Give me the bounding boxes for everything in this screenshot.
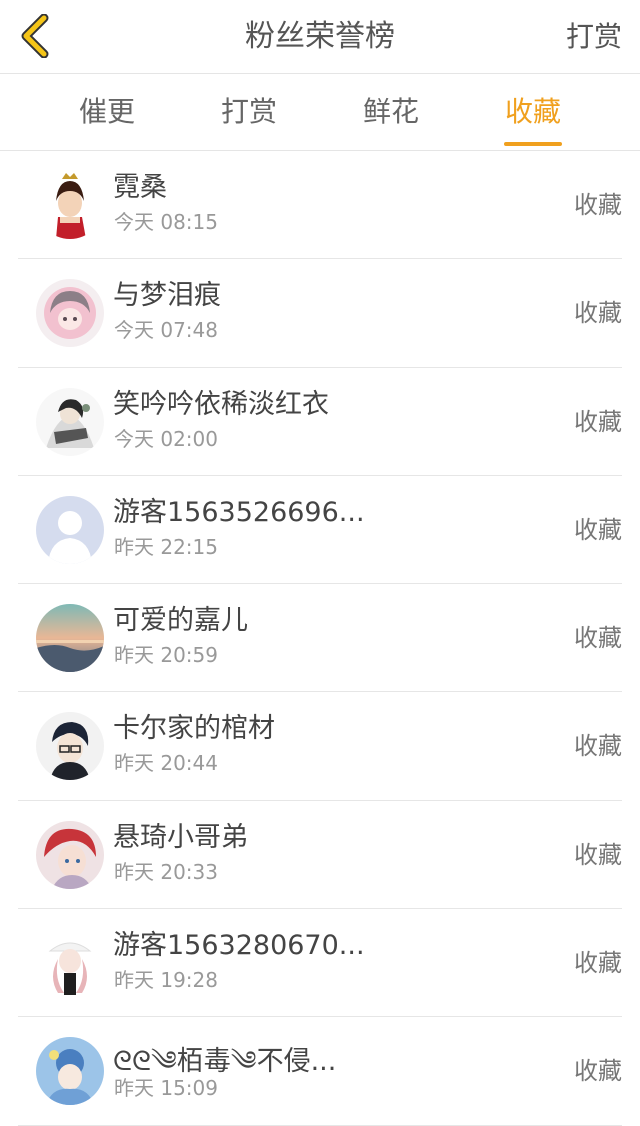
user-name: 游客1563280670... bbox=[113, 930, 365, 962]
favorite-label: 收藏 bbox=[574, 949, 622, 978]
tab-urge[interactable]: 催更 bbox=[78, 74, 136, 150]
user-name: 可爱的嘉儿 bbox=[113, 605, 248, 637]
favorite-label: 收藏 bbox=[574, 191, 622, 219]
avatar bbox=[36, 604, 104, 673]
favorite-label: 收藏 bbox=[574, 840, 622, 869]
favorite-label: 收藏 bbox=[574, 407, 622, 436]
list-item[interactable]: 游客1563280670... 昨天 19:28 收藏 bbox=[18, 909, 622, 1018]
avatar bbox=[36, 387, 104, 456]
page-title: 粉丝荣誉榜 bbox=[245, 19, 395, 54]
avatar bbox=[36, 495, 104, 564]
user-name: 霓桑 bbox=[113, 172, 167, 203]
avatar bbox=[36, 279, 104, 348]
avatar bbox=[36, 929, 104, 998]
tab-flowers[interactable]: 鲜花 bbox=[362, 74, 420, 150]
timestamp: 今天 08:15 bbox=[114, 210, 218, 234]
avatar bbox=[36, 712, 104, 781]
timestamp: 今天 07:48 bbox=[114, 318, 218, 343]
list-item[interactable]: 与梦泪痕 今天 07:48 收藏 bbox=[18, 259, 622, 368]
favorite-label: 收藏 bbox=[574, 732, 622, 761]
list-item[interactable]: 游客1563526696... 昨天 22:15 收藏 bbox=[18, 476, 622, 585]
avatar bbox=[36, 820, 104, 889]
avatar bbox=[36, 171, 104, 239]
timestamp: 昨天 15:09 bbox=[114, 1076, 218, 1101]
user-name: 与梦泪痕 bbox=[113, 280, 221, 312]
favorite-label: 收藏 bbox=[574, 624, 622, 653]
timestamp: 今天 02:00 bbox=[114, 426, 218, 451]
active-tab-indicator bbox=[504, 142, 562, 146]
user-name: 笑吟吟依稀淡红衣 bbox=[113, 388, 329, 420]
list-item[interactable]: 可爱的嘉儿 昨天 20:59 收藏 bbox=[18, 584, 622, 693]
reward-button[interactable]: 打赏 bbox=[566, 0, 622, 74]
timestamp: 昨天 20:33 bbox=[114, 859, 218, 884]
timestamp: 昨天 20:44 bbox=[114, 751, 218, 776]
avatar bbox=[36, 1037, 104, 1106]
user-name: 游客1563526696... bbox=[113, 496, 365, 528]
list-item[interactable]: ᘓᘓ༄栢毒༄不侵... 昨天 15:09 收藏 bbox=[18, 1017, 622, 1126]
favorite-label: 收藏 bbox=[574, 1057, 622, 1086]
user-name: 悬琦小哥弟 bbox=[113, 821, 248, 853]
timestamp: 昨天 20:59 bbox=[114, 643, 218, 668]
list-item[interactable]: 霓桑 今天 08:15 收藏 bbox=[18, 151, 622, 260]
favorite-label: 收藏 bbox=[574, 299, 622, 328]
header-bar: 粉丝荣誉榜 打赏 bbox=[0, 0, 640, 74]
list-item[interactable]: 笑吟吟依稀淡红衣 今天 02:00 收藏 bbox=[18, 368, 622, 476]
fan-list: 霓桑 今天 08:15 收藏 与梦泪痕 今天 07:48 收藏 笑吟吟依稀淡红衣… bbox=[0, 151, 640, 1126]
tab-reward[interactable]: 打赏 bbox=[220, 74, 278, 150]
list-item[interactable]: 卡尔家的棺材 昨天 20:44 收藏 bbox=[18, 692, 622, 801]
list-item[interactable]: 悬琦小哥弟 昨天 20:33 收藏 bbox=[18, 801, 622, 910]
user-name: 卡尔家的棺材 bbox=[113, 713, 275, 745]
timestamp: 昨天 22:15 bbox=[114, 534, 218, 559]
tab-favorites[interactable]: 收藏 bbox=[504, 74, 562, 150]
timestamp: 昨天 19:28 bbox=[114, 968, 218, 993]
favorite-label: 收藏 bbox=[574, 515, 622, 544]
tab-bar: 催更 打赏 鲜花 收藏 bbox=[0, 74, 640, 151]
